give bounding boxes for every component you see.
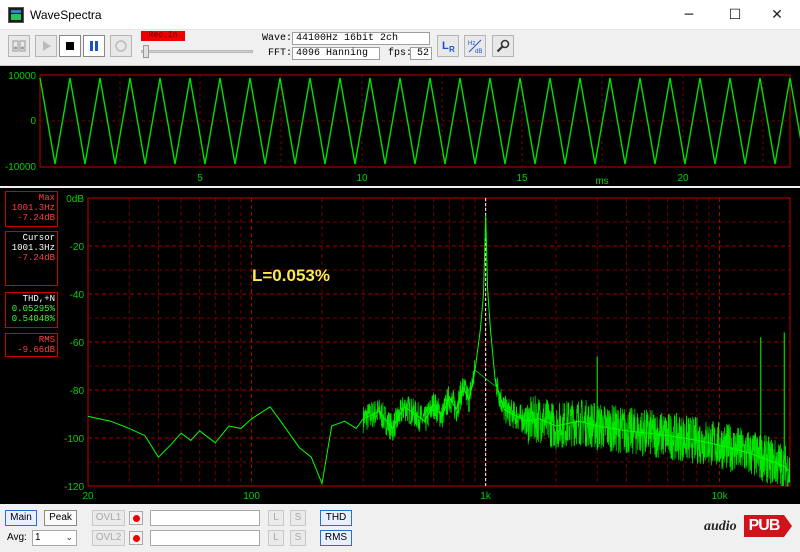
play-icon	[43, 41, 51, 51]
speaker-settings-icon	[12, 40, 26, 52]
max-readout: Max 1001.3Hz -7.24dB	[5, 191, 58, 227]
ovl1-save-button[interactable]: S	[290, 510, 306, 526]
wave-label: Wave:	[262, 33, 293, 44]
play-button[interactable]	[35, 35, 57, 57]
ovl2-button[interactable]: OVL2	[92, 530, 125, 546]
logo-text: audio	[704, 519, 737, 534]
fft-setting-value: 4096 Hanning	[292, 47, 380, 60]
stop-icon	[66, 42, 74, 50]
wave-x-tick: 20	[677, 173, 689, 184]
thd-annotation: L=0.053%	[252, 266, 330, 285]
spectrum-y-tick: -80	[70, 386, 85, 397]
pause-button[interactable]	[83, 35, 105, 57]
rms-readout: RMS -9.66dB	[5, 333, 58, 357]
cursor-frequency: 1001.3Hz	[11, 243, 55, 253]
minimize-button[interactable]: ─	[666, 0, 712, 30]
channel-lr-button[interactable]: LR	[437, 35, 459, 57]
maximize-button[interactable]: ☐	[712, 0, 758, 30]
input-level-slider-track[interactable]	[141, 50, 253, 53]
wave-format-value: 44100Hz 16bit 2ch	[292, 32, 430, 45]
average-select-value: 1	[35, 532, 41, 543]
audiopub-logo: audio PUB	[704, 507, 794, 543]
stop-button[interactable]	[59, 35, 81, 57]
spectrum-y-tick: -60	[70, 338, 85, 349]
device-settings-button[interactable]	[8, 35, 30, 57]
waveform-panel: 10000 0 -10000 5 10 15 20 ms	[0, 66, 800, 187]
spectrum-y-tick: -120	[64, 482, 84, 493]
main-button[interactable]: Main	[5, 510, 37, 526]
ovl1-name-input[interactable]	[150, 510, 260, 526]
hz-db-scale-button[interactable]: Hz dB	[464, 35, 486, 57]
svg-text:L: L	[442, 40, 449, 52]
wave-x-tick: 10	[356, 173, 368, 184]
wave-x-unit: ms	[595, 176, 608, 186]
ovl2-name-input[interactable]	[150, 530, 260, 546]
peak-button[interactable]: Peak	[44, 510, 77, 526]
rec-in-label: Rec.In	[141, 31, 185, 41]
ovl1-button[interactable]: OVL1	[92, 510, 125, 526]
spectrum-y-tick: 0dB	[66, 194, 84, 205]
fft-label: FFT:	[268, 48, 293, 59]
spectrum-panel: 0dB -20 -40 -60 -80 -100 -120 20 100 1k 10k L=0.0…	[0, 188, 800, 504]
spectrum-y-tick: -40	[70, 290, 85, 301]
spectrum-plot: 0dB -20 -40 -60 -80 -100 -120 20 100 1k 10k L=0.0…	[64, 194, 791, 502]
ovl2-load-button[interactable]: L	[268, 530, 284, 546]
svg-text:R: R	[449, 45, 455, 54]
logo-badge: PUB	[744, 515, 792, 537]
max-label: Max	[38, 193, 55, 203]
ovl1-load-button[interactable]: L	[268, 510, 284, 526]
waveform-plot: 10000 0 -10000 5 10 15 20 ms	[5, 71, 800, 187]
spectrum-y-tick: -20	[70, 242, 85, 253]
thd-label: THD,+N	[22, 294, 55, 304]
record-button[interactable]	[110, 35, 132, 57]
spectrum-x-tick: 100	[243, 491, 260, 502]
hz-db-scale-icon: HzdB	[468, 39, 482, 54]
input-level-slider-thumb[interactable]	[143, 45, 149, 58]
left-right-channel-icon: LR	[442, 40, 455, 54]
thdn-value: 0.54048%	[11, 314, 55, 324]
wave-y-tick-top: 10000	[8, 71, 36, 82]
svg-text:dB: dB	[475, 49, 482, 54]
avg-label: Avg:	[7, 532, 27, 543]
spectrum-y-tick: -100	[64, 434, 84, 445]
ovl2-record-button[interactable]	[129, 531, 143, 545]
title-bar: WaveSpectra ─ ☐ ✕	[0, 0, 800, 30]
rms-label: RMS	[38, 335, 55, 345]
record-icon	[115, 40, 127, 52]
cursor-label: Cursor	[22, 233, 55, 243]
wave-x-tick: 5	[197, 173, 203, 184]
spectrum-x-tick: 1k	[480, 491, 492, 502]
pause-icon	[90, 41, 98, 51]
fps-value: 52	[410, 47, 432, 60]
thd-button[interactable]: THD	[320, 510, 352, 526]
rms-value: -9.66dB	[17, 345, 55, 355]
wave-y-tick-mid: 0	[30, 116, 36, 127]
close-button[interactable]: ✕	[754, 0, 800, 30]
ovl2-save-button[interactable]: S	[290, 530, 306, 546]
wrench-icon	[496, 39, 510, 53]
cursor-readout: Cursor 1001.3Hz -7.24dB	[5, 231, 58, 286]
wave-y-tick-bottom: -10000	[5, 162, 37, 173]
cursor-level: -7.24dB	[17, 253, 55, 263]
wave-x-tick: 15	[516, 173, 528, 184]
fps-label: fps:	[388, 48, 413, 59]
thd-readout: THD,+N 0.05295% 0.54048%	[5, 292, 58, 328]
spectrum-x-tick: 20	[82, 491, 94, 502]
max-level: -7.24dB	[17, 213, 55, 223]
bottom-bar: Main Peak OVL1 L S THD Avg: 1 ⌄ OVL2 L S…	[0, 504, 800, 552]
window-title: WaveSpectra	[30, 8, 102, 22]
average-select[interactable]: 1 ⌄	[32, 530, 77, 546]
settings-button[interactable]	[492, 35, 514, 57]
max-frequency: 1001.3Hz	[11, 203, 55, 213]
spectrum-x-tick: 10k	[711, 491, 728, 502]
ovl1-record-button[interactable]	[129, 511, 143, 525]
app-icon	[8, 7, 24, 23]
chevron-down-icon: ⌄	[65, 533, 73, 543]
thd-value: 0.05295%	[11, 304, 55, 314]
rms-button[interactable]: RMS	[320, 530, 352, 546]
spectrum-noise-floor	[362, 360, 791, 488]
